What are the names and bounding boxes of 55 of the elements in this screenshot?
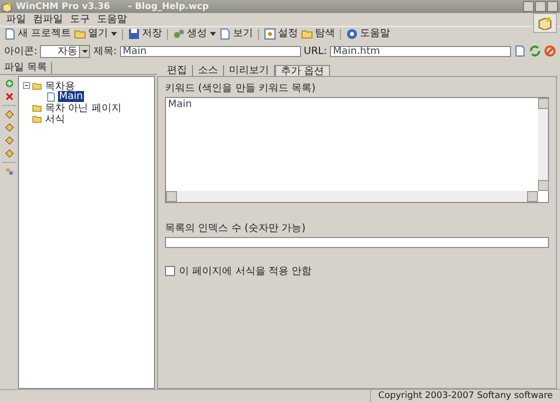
toolbar-button[interactable]: 설정 [264, 28, 298, 40]
icon-select[interactable]: 자동 [40, 44, 90, 58]
icon-label: 아이콘: [4, 45, 38, 58]
document-title: - Blog_Help.wcp [128, 2, 209, 12]
tree-item[interactable]: Main [58, 91, 84, 102]
toolbar-button[interactable]: 생성 [173, 28, 208, 40]
keywords-label: 키워드 (색인을 만들 키워드 목록) [165, 82, 317, 95]
menu-item[interactable]: 도움말 [97, 12, 127, 26]
toolbar-button[interactable]: 열기 [74, 28, 108, 40]
page-icon [46, 92, 56, 102]
url-label: URL: [304, 46, 327, 56]
title-label: 제목: [93, 45, 117, 58]
help-icon [346, 28, 358, 40]
order-field[interactable] [165, 237, 549, 248]
status-text: Copyright 2003-2007 Softany software [370, 390, 560, 402]
delete-icon[interactable] [4, 92, 14, 101]
maximize-button[interactable] [535, 1, 546, 12]
caret-icon[interactable] [111, 32, 118, 36]
folder-icon [301, 28, 314, 40]
scrollbar[interactable] [166, 191, 538, 202]
panel-tab[interactable]: 파일 목록 [0, 62, 52, 74]
toolbar-button[interactable]: 저장 [128, 28, 162, 40]
keywords-field[interactable]: Main [165, 97, 549, 203]
menu-item[interactable]: 도구 [70, 12, 90, 26]
folder-icon [74, 28, 86, 40]
caret-icon[interactable] [210, 32, 216, 36]
window-title: WinCHM Pro v3.36 [16, 2, 110, 12]
tab[interactable]: 소스 [193, 65, 224, 76]
app-icon [2, 2, 12, 12]
collapse-icon[interactable] [23, 82, 30, 89]
order-label: 목록의 인덱스 수 (숫자만 가능) [165, 222, 307, 235]
page-icon [4, 28, 16, 40]
stop-icon[interactable] [544, 45, 556, 57]
tree-item[interactable]: 서식 [44, 112, 66, 126]
minimize-button[interactable] [523, 1, 534, 12]
dropdown-button[interactable] [79, 46, 90, 56]
menu-item[interactable]: 컴파일 [33, 12, 63, 26]
toolbar-button[interactable]: 도움말 [346, 28, 390, 40]
refresh-icon[interactable] [529, 45, 541, 57]
close-button[interactable] [547, 1, 558, 12]
checkbox-label: 이 페이지에 서식을 적용 안함 [179, 265, 312, 278]
tab[interactable]: 편집 [162, 65, 193, 76]
menu-item[interactable]: 파일 [6, 12, 26, 26]
scrollbar[interactable] [538, 98, 548, 191]
tree-item[interactable]: 목차 아닌 페이지 [44, 100, 122, 114]
toolbar-button[interactable]: 탐색 [301, 28, 336, 40]
checkbox[interactable] [165, 266, 175, 276]
toolbar-button[interactable]: 보기 [219, 28, 254, 40]
folder-icon [32, 80, 42, 90]
tab[interactable]: 추가 옵션 [275, 65, 330, 76]
page-icon [219, 28, 232, 40]
new-page-icon[interactable] [514, 45, 526, 57]
tree-item[interactable]: 목차용 [44, 78, 76, 92]
plus-icon[interactable] [4, 79, 14, 88]
toolbar-button[interactable]: 새 프로젝트 [4, 28, 72, 40]
